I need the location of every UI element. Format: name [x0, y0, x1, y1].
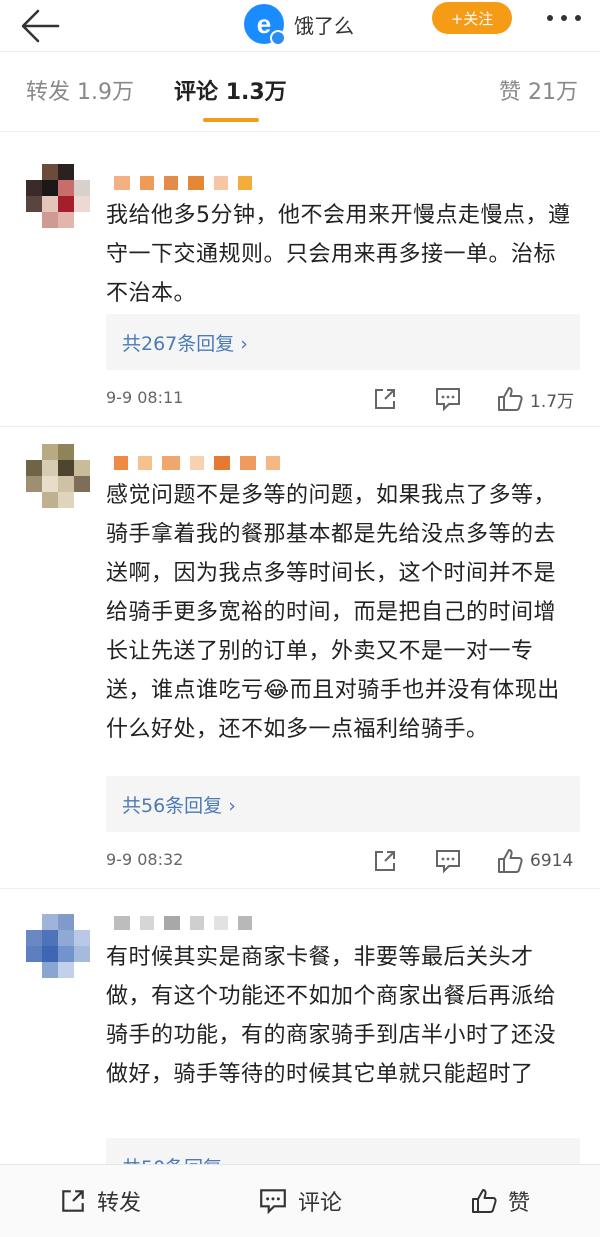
- tab-bar: 转发 1.9万 评论 1.3万 赞 21万: [0, 56, 600, 132]
- comment-text: 我给他多5分钟，他不会用来开慢点走慢点，遵守一下交通规则。只会用来再多接一单。治…: [106, 203, 571, 306]
- tab-repost[interactable]: 转发 1.9万: [26, 74, 134, 106]
- verified-badge-icon: [270, 30, 286, 46]
- thumbs-up-icon: [498, 849, 523, 873]
- comment-meta: 9-9 08:32 6914: [106, 846, 586, 876]
- comment-time: 9-9 08:11: [106, 388, 184, 407]
- share-icon[interactable]: [372, 846, 398, 876]
- avatar[interactable]: [26, 164, 90, 228]
- username-blurred[interactable]: [114, 176, 252, 190]
- view-replies-link[interactable]: 共56条回复 ›: [106, 776, 580, 832]
- comment-divider: [0, 426, 600, 427]
- bottom-action-bar: 转发 评论 赞: [0, 1164, 600, 1237]
- like-button[interactable]: 1.7万: [496, 384, 574, 414]
- active-tab-indicator: [203, 118, 259, 122]
- like-button[interactable]: 6914: [496, 846, 573, 876]
- repost-button[interactable]: 转发: [0, 1185, 200, 1217]
- comment-icon: [260, 1189, 286, 1215]
- tab-likes[interactable]: 赞 21万: [499, 74, 578, 106]
- avatar[interactable]: [26, 914, 90, 978]
- comment-meta: 9-9 08:11 1.7万: [106, 384, 586, 414]
- comment-icon[interactable]: [434, 846, 462, 876]
- back-arrow-icon[interactable]: [18, 6, 62, 46]
- thumbs-up-icon: [471, 1189, 497, 1213]
- comment-icon[interactable]: [434, 384, 462, 414]
- comment-time: 9-9 08:32: [106, 850, 184, 869]
- comment-button[interactable]: 评论: [200, 1185, 400, 1217]
- comment-text: 感觉问题不是多等的问题，如果我点了多等，骑手拿着我的餐那基本都是先给没点多等的去…: [106, 483, 560, 742]
- like-button[interactable]: 赞: [400, 1185, 600, 1217]
- avatar[interactable]: [26, 444, 90, 508]
- comment-divider: [0, 888, 600, 889]
- like-count: 1.7万: [530, 391, 575, 412]
- tab-comments[interactable]: 评论 1.3万: [174, 74, 287, 106]
- account-header[interactable]: e 饿了么: [244, 2, 354, 46]
- top-nav-bar: e 饿了么 +关注: [0, 0, 600, 52]
- comment-text: 有时候其实是商家卡餐，非要等最后关头才做，有这个功能还不如加个商家出餐后再派给骑…: [106, 945, 557, 1087]
- follow-button[interactable]: +关注: [432, 2, 512, 34]
- like-count: 6914: [530, 851, 574, 871]
- view-replies-link[interactable]: 共267条回复 ›: [106, 314, 580, 370]
- username-blurred[interactable]: [114, 456, 280, 470]
- username-blurred[interactable]: [114, 916, 252, 930]
- share-icon: [62, 1190, 84, 1212]
- account-name: 饿了么: [294, 13, 354, 38]
- thumbs-up-icon: [498, 387, 523, 411]
- share-icon[interactable]: [372, 384, 398, 414]
- more-dots-icon[interactable]: [540, 4, 588, 32]
- brand-logo-icon: e: [244, 4, 286, 46]
